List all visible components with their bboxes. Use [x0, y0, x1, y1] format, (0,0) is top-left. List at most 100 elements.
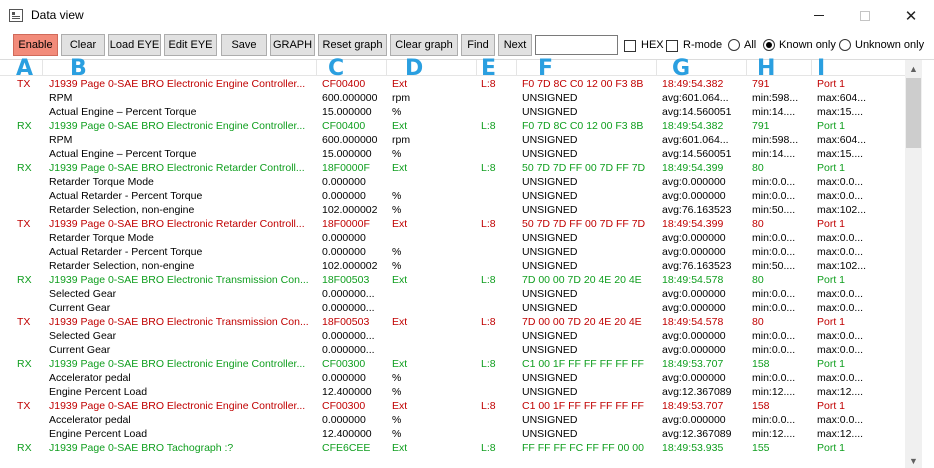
clear-graph-button[interactable]: Clear graph [390, 34, 458, 56]
load-eye-button[interactable]: Load EYE [108, 34, 161, 56]
port-cell: max:0.0... [817, 232, 864, 244]
graph-button[interactable]: GRAPH [270, 34, 315, 56]
unit-cell: Ext [392, 120, 408, 132]
known-only-label: Known only [779, 39, 836, 51]
scroll-down-button[interactable]: ▼ [905, 452, 922, 468]
signal-row[interactable]: Accelerator pedal 0.000000% UNSIGNED avg:0.… [0, 413, 905, 427]
value-cell: 0.000000 [322, 414, 366, 426]
direction-cell: RX [17, 442, 32, 454]
message-row[interactable]: TX J1939 Page 0-SAE BRO Electronic Transm… [0, 315, 905, 329]
value-cell: 0.000000... [322, 330, 375, 342]
signal-row[interactable]: RPM 600.000000 rpm UNSIGNED avg:601.064... mi… [0, 91, 905, 105]
message-row[interactable]: TX J1939 Page 0-SAE BRO Electronic Engine… [0, 399, 905, 413]
unit-cell: Ext [392, 358, 408, 370]
all-radio[interactable] [728, 39, 740, 51]
data-bytes-cell: UNSIGNED [522, 386, 578, 398]
maximize-button[interactable] [842, 0, 888, 31]
count-cell: 155 [752, 442, 770, 454]
reset-graph-button[interactable]: Reset graph [318, 34, 387, 56]
unknown-only-label: Unknown only [855, 39, 925, 51]
column-divider[interactable] [746, 60, 747, 75]
unknown-only-radio[interactable] [839, 39, 851, 51]
value-cell: 102.000002 [322, 204, 378, 216]
save-button[interactable]: Save [221, 34, 267, 56]
signal-row[interactable]: Current Gear 0.000000... UNSIGNED avg:0.000… [0, 343, 905, 357]
time-cell: avg:14.560051 [662, 148, 732, 160]
signal-row[interactable]: Engine Percent Load 12.400000% UNSIGNED avg… [0, 385, 905, 399]
port-cell: max:0.0... [817, 246, 864, 258]
port-cell: max:102... [817, 260, 867, 272]
time-cell: 18:49:54.578 [662, 316, 724, 328]
signal-row[interactable]: Accelerator pedal 0.000000% UNSIGNED avg:0.… [0, 371, 905, 385]
count-cell: min:598... [752, 92, 799, 104]
close-icon: ✕ [904, 7, 918, 25]
search-input[interactable] [535, 35, 618, 55]
message-row[interactable]: RX J1939 Page 0-SAE BRO Tachograph :? CFE6… [0, 441, 905, 455]
message-list[interactable]: TX J1939 Page 0-SAE BRO Electronic Engine… [0, 77, 905, 468]
signal-row[interactable]: Selected Gear 0.000000... UNSIGNED avg:0.00… [0, 287, 905, 301]
signal-row[interactable]: Retarder Torque Mode 0.000000 UNSIGNED avg:… [0, 231, 905, 245]
signal-row[interactable]: Actual Retarder - Percent Torque 0.000000… [0, 189, 905, 203]
unit-cell: % [392, 106, 402, 118]
scroll-thumb[interactable] [906, 78, 921, 148]
message-row[interactable]: RX J1939 Page 0-SAE BRO Electronic Retard… [0, 161, 905, 175]
value-cell: CF00400 [322, 120, 366, 132]
port-cell: max:0.0... [817, 176, 864, 188]
data-bytes-cell: 7D 00 00 7D 20 4E 20 4E [522, 274, 642, 286]
close-button[interactable]: ✕ [888, 0, 934, 31]
value-cell: 0.000000... [322, 288, 375, 300]
signal-row[interactable]: Retarder Selection, non-engine 102.000002… [0, 203, 905, 217]
find-button[interactable]: Find [461, 34, 495, 56]
time-cell: 18:49:53.707 [662, 400, 724, 412]
message-name-cell: Retarder Selection, non-engine [49, 204, 195, 216]
signal-row[interactable]: Retarder Torque Mode 0.000000 UNSIGNED avg:… [0, 175, 905, 189]
count-cell: 80 [752, 162, 764, 174]
signal-row[interactable]: Selected Gear 0.000000... UNSIGNED avg:0.00… [0, 329, 905, 343]
value-cell: 600.000000 [322, 92, 378, 104]
scroll-up-button[interactable]: ▲ [905, 60, 922, 77]
port-cell: max:102... [817, 204, 867, 216]
port-cell: Port 1 [817, 274, 846, 286]
message-name-cell: Retarder Torque Mode [49, 176, 154, 188]
data-bytes-cell: UNSIGNED [522, 344, 578, 356]
message-row[interactable]: RX J1939 Page 0-SAE BRO Electronic Engine… [0, 357, 905, 371]
column-divider[interactable] [476, 60, 477, 75]
column-divider[interactable] [386, 60, 387, 75]
unit-cell: % [392, 148, 402, 160]
column-divider[interactable] [516, 60, 517, 75]
signal-row[interactable]: Engine Percent Load 12.400000% UNSIGNED avg… [0, 427, 905, 441]
message-row[interactable]: RX J1939 Page 0-SAE BRO Electronic Transm… [0, 273, 905, 287]
signal-row[interactable]: Actual Retarder - Percent Torque 0.000000… [0, 245, 905, 259]
message-row[interactable]: TX J1939 Page 0-SAE BRO Electronic Retard… [0, 217, 905, 231]
column-divider[interactable] [42, 60, 43, 75]
data-grid[interactable]: A B C D E F G H I TX J1939 Page 0-SAE BRO… [0, 57, 934, 468]
data-bytes-cell: 7D 00 00 7D 20 4E 20 4E [522, 316, 642, 328]
toolbar: Enable Clear Load EYE Edit EYE Save GRAP… [0, 33, 934, 57]
enable-button[interactable]: Enable [13, 34, 58, 56]
hex-checkbox[interactable] [624, 40, 636, 52]
message-row[interactable]: TX J1939 Page 0-SAE BRO Electronic Engine… [0, 77, 905, 91]
count-cell: 80 [752, 274, 764, 286]
message-row[interactable]: RX J1939 Page 0-SAE BRO Electronic Engine… [0, 119, 905, 133]
column-divider[interactable] [316, 60, 317, 75]
edit-eye-button[interactable]: Edit EYE [164, 34, 217, 56]
signal-row[interactable]: Current Gear 0.000000... UNSIGNED avg:0.000… [0, 301, 905, 315]
signal-row[interactable]: Actual Engine – Percent Torque 15.000000%… [0, 105, 905, 119]
value-cell: 0.000000... [322, 302, 375, 314]
message-name-cell: J1939 Page 0-SAE BRO Electronic Engine C… [49, 358, 306, 370]
vertical-scrollbar[interactable]: ▲ ▼ [905, 60, 922, 468]
clear-button[interactable]: Clear [61, 34, 105, 56]
column-divider[interactable] [656, 60, 657, 75]
direction-cell: TX [17, 218, 31, 230]
signal-row[interactable]: RPM 600.000000 rpm UNSIGNED avg:601.064... mi… [0, 133, 905, 147]
minimize-button[interactable] [796, 0, 842, 31]
signal-row[interactable]: Actual Engine – Percent Torque 15.000000%… [0, 147, 905, 161]
count-cell: min:0.0... [752, 176, 796, 188]
rmode-checkbox[interactable] [666, 40, 678, 52]
column-divider[interactable] [811, 60, 812, 75]
signal-row[interactable]: Retarder Selection, non-engine 102.000002… [0, 259, 905, 273]
value-cell: 0.000000... [322, 344, 375, 356]
known-only-radio[interactable] [763, 39, 775, 51]
next-button[interactable]: Next [498, 34, 532, 56]
port-cell: max:0.0... [817, 372, 864, 384]
